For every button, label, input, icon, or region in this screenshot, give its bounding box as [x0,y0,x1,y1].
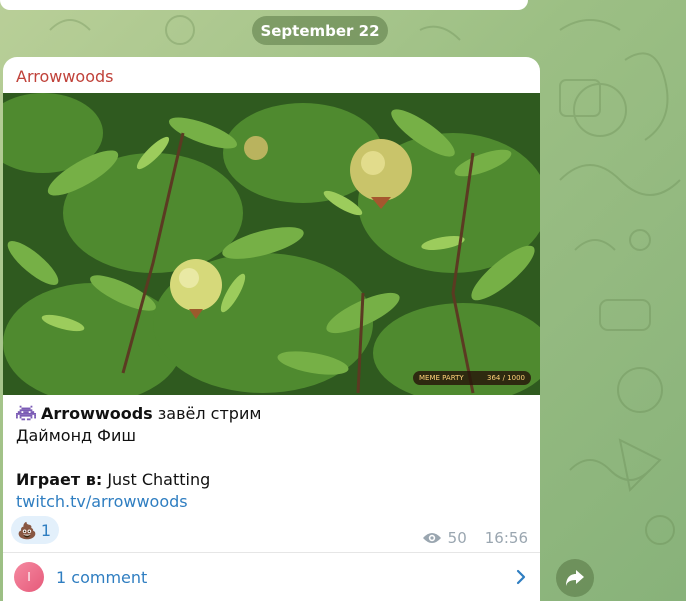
message-photo[interactable] [3,93,540,395]
eye-icon [422,533,441,543]
overlay-badge-counter: 364 / 1000 [487,374,525,382]
overlay-badge-title: MEME PARTY [419,374,464,382]
message-bubble[interactable]: Arrowwoods MEME PARTY 364 / 1000 Arrowwo… [3,57,540,601]
stream-overlay-badge: MEME PARTY 364 / 1000 [413,371,531,385]
streamer-name: Arrowwoods [41,404,153,423]
view-count: 50 [447,529,467,547]
stream-title: Даймонд Фиш [16,426,136,445]
stream-action: завёл стрим [157,404,262,423]
share-button[interactable] [556,559,594,597]
share-arrow-icon [566,570,584,586]
playing-label: Играет в: [16,470,103,489]
message-meta: 50 16:56 [422,529,528,547]
sender-name[interactable]: Arrowwoods [16,67,114,86]
reaction-chip[interactable]: 💩 1 [11,516,60,544]
game-name: Just Chatting [107,470,211,489]
chevron-right-icon [516,569,526,585]
playing-line: Играет в: Just Chatting [16,469,526,491]
reaction-count: 1 [40,520,52,540]
message-time: 16:56 [484,529,528,547]
commenter-avatar: I [14,562,44,592]
message-text: Arrowwoods завёл стрим Даймонд Фиш Играе… [16,403,526,513]
comments-label: 1 comment [56,567,148,587]
previous-message-edge [0,0,528,10]
space-invader-icon [16,405,36,421]
comments-button[interactable]: I 1 comment [3,553,540,601]
stream-link[interactable]: twitch.tv/arrowwoods [16,491,526,513]
date-separator: September 22 [252,16,388,45]
stream-started-line: Arrowwoods завёл стрим [16,403,526,425]
poop-emoji-icon: 💩 [17,520,37,540]
pomegranate-tree-image [3,93,540,395]
